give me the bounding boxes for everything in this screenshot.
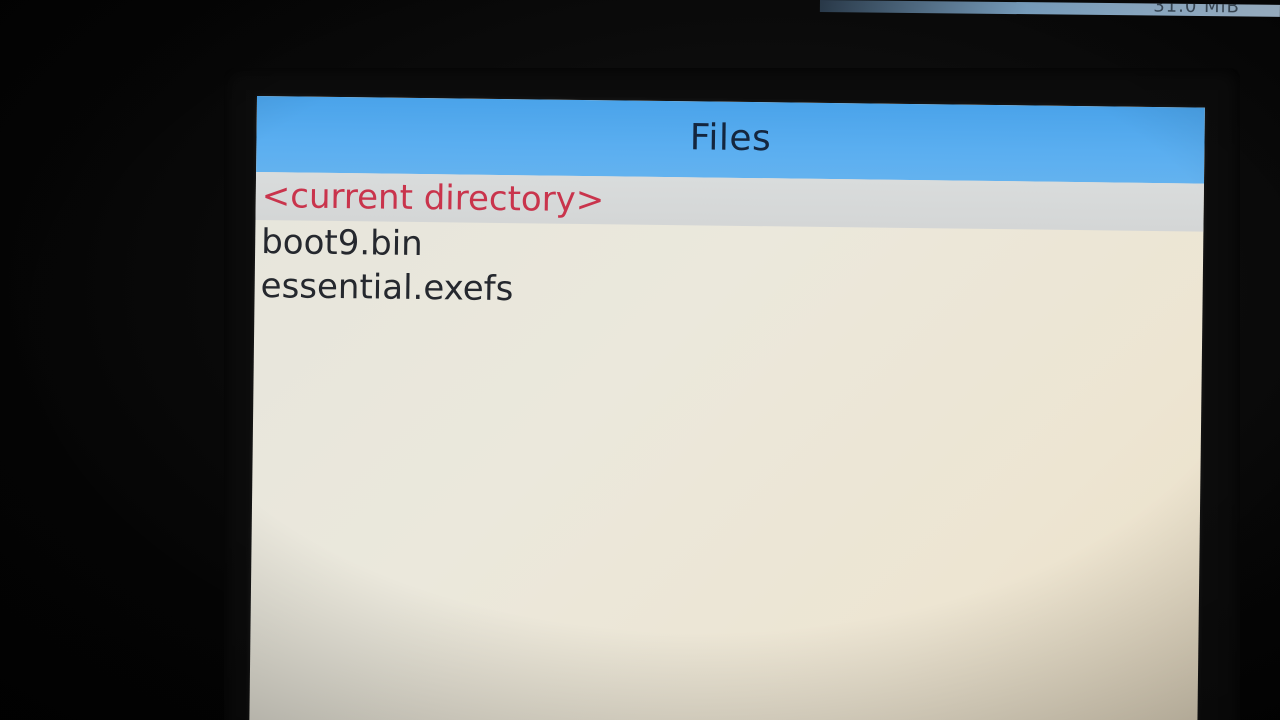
page-title: Files — [689, 117, 772, 160]
bottom-screen: Files <current directory> boot9.bin esse… — [249, 96, 1205, 720]
top-screen-status-text: 31.0 MiB — [1153, 0, 1241, 17]
file-list: <current directory> boot9.bin essential.… — [254, 171, 1205, 320]
device-photo: 31.0 MiB Files <current directory> boot9… — [0, 0, 1280, 720]
title-bar: Files — [256, 96, 1205, 184]
top-screen-edge: 31.0 MiB — [819, 0, 1280, 17]
